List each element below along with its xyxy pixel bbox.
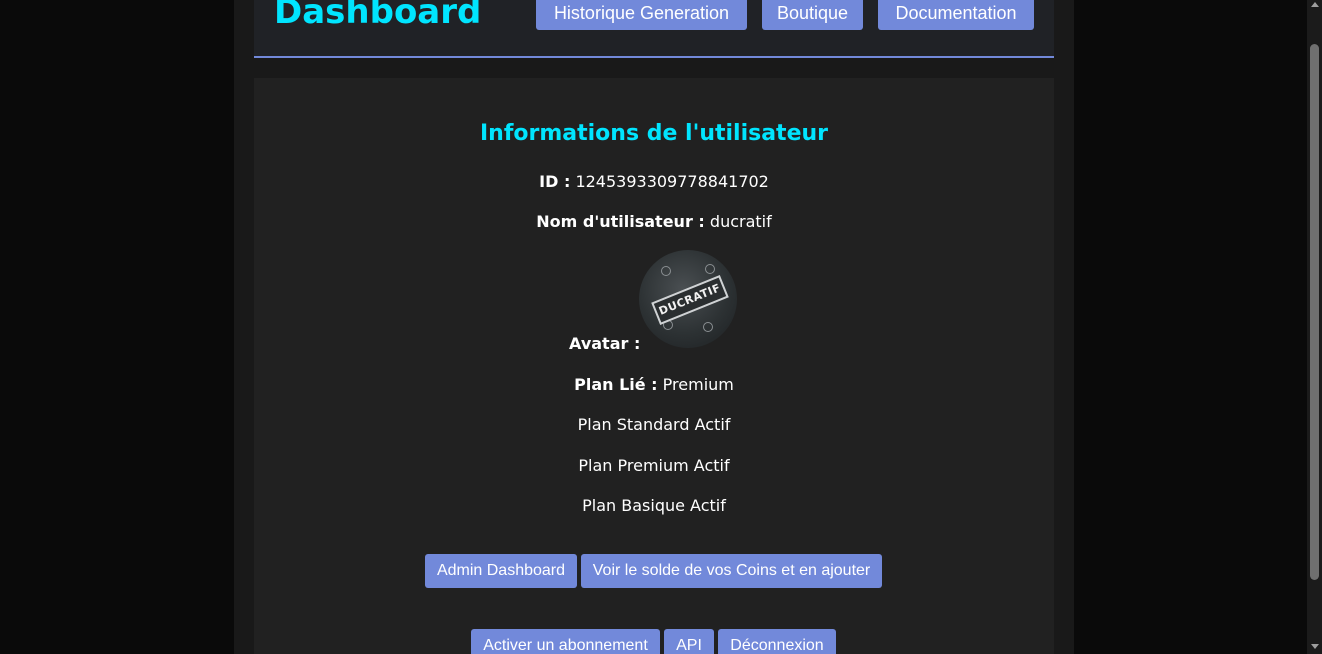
coins-balance-button[interactable]: Voir le solde de vos Coins et en ajouter: [581, 554, 882, 588]
user-id-value: 1245393309778841702: [575, 172, 769, 191]
nav-boutique-button[interactable]: Boutique: [762, 0, 863, 30]
user-id-label: ID :: [539, 172, 571, 191]
api-button[interactable]: API: [664, 629, 714, 654]
avatar-decoration: [705, 264, 715, 274]
plan-row: Plan Lié : Premium: [254, 373, 1054, 397]
admin-dashboard-button[interactable]: Admin Dashboard: [425, 554, 577, 588]
username-row: Nom d'utilisateur : ducratif: [254, 210, 1054, 234]
section-title: Informations de l'utilisateur: [479, 121, 829, 146]
username-value: ducratif: [709, 212, 772, 231]
scroll-down-arrow-icon[interactable]: [1311, 644, 1319, 649]
active-plan-basique: Plan Basique Actif: [582, 496, 726, 515]
avatar-label: Avatar :: [569, 334, 641, 353]
page: Dashboard Historique Generation Boutique…: [0, 0, 1322, 654]
username-label: Nom d'utilisateur :: [536, 212, 705, 231]
user-id-row: ID : 1245393309778841702: [254, 170, 1054, 194]
avatar-row: Avatar : DUCRATIF: [569, 250, 769, 360]
avatar-logo-text: DUCRATIF: [651, 275, 729, 325]
nav-documentation-button[interactable]: Documentation: [878, 0, 1034, 30]
activate-subscription-button[interactable]: Activer un abonnement: [471, 629, 660, 654]
plan-value: Premium: [662, 375, 734, 394]
avatar-decoration: [661, 266, 671, 276]
logout-button[interactable]: Déconnexion: [718, 629, 836, 654]
plan-label: Plan Lié :: [574, 375, 658, 394]
avatar: DUCRATIF: [639, 250, 737, 348]
scrollbar-thumb[interactable]: [1310, 44, 1319, 580]
avatar-decoration: [703, 322, 713, 332]
active-plan-premium: Plan Premium Actif: [578, 456, 730, 475]
dashboard-title: Dashboard: [274, 0, 482, 32]
scroll-up-arrow-icon[interactable]: [1311, 2, 1319, 7]
nav-historique-generation-button[interactable]: Historique Generation: [536, 0, 747, 30]
active-plan-standard: Plan Standard Actif: [577, 415, 731, 434]
